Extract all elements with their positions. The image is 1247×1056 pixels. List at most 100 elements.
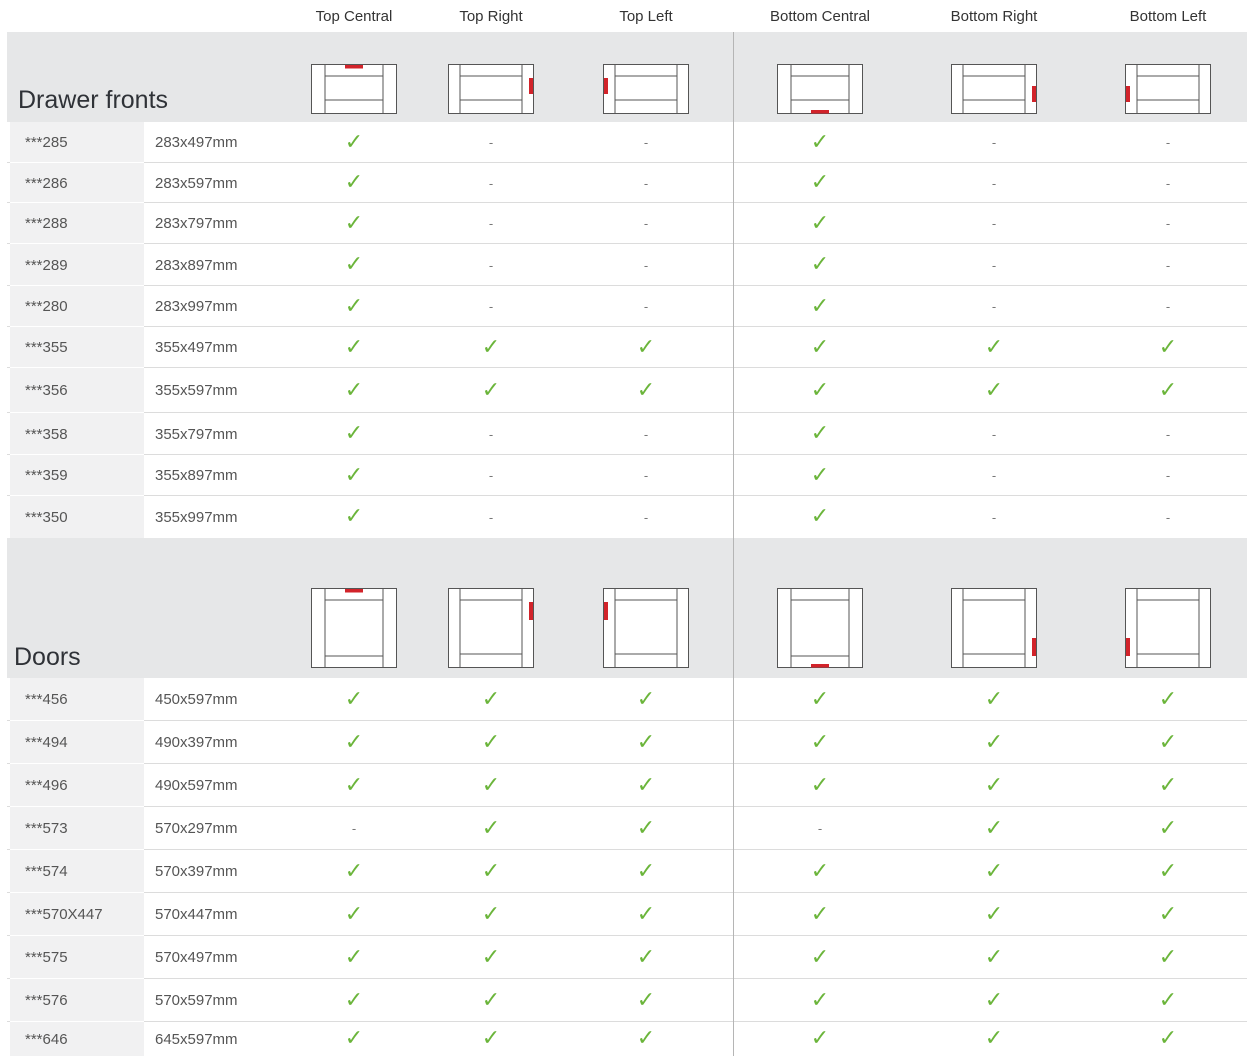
availability-cell: - <box>606 455 686 496</box>
dash-mark: - <box>643 299 649 314</box>
availability-cell: ✓ <box>606 850 686 893</box>
availability-cell: ✓ <box>451 327 531 368</box>
availability-cell: ✓ <box>780 678 860 721</box>
check-icon: ✓ <box>810 901 830 927</box>
check-icon: ✓ <box>344 944 364 970</box>
check-icon: ✓ <box>1158 815 1178 841</box>
check-icon: ✓ <box>984 1026 1004 1051</box>
check-icon: ✓ <box>810 252 830 277</box>
availability-cell: - <box>606 203 686 244</box>
table-row: ***350 355x997mm ✓ - - ✓ - - <box>7 496 1247 538</box>
check-icon: ✓ <box>984 729 1004 755</box>
availability-cell: ✓ <box>780 203 860 244</box>
availability-cell: - <box>954 203 1034 244</box>
dash-mark: - <box>991 135 997 150</box>
availability-cell: ✓ <box>606 327 686 368</box>
product-code: ***570X447 <box>10 893 144 936</box>
availability-cell: ✓ <box>780 327 860 368</box>
availability-cell: ✓ <box>451 721 531 764</box>
check-icon: ✓ <box>636 944 656 970</box>
table-row: ***289 283x897mm ✓ - - ✓ - - <box>7 244 1247 286</box>
column-header-top-central: Top Central <box>315 8 393 25</box>
check-icon: ✓ <box>810 377 830 403</box>
product-code: ***456 <box>10 678 144 721</box>
availability-cell: ✓ <box>780 455 860 496</box>
check-icon: ✓ <box>810 421 830 446</box>
availability-cell: ✓ <box>314 122 394 163</box>
check-icon: ✓ <box>984 901 1004 927</box>
column-header-bottom-left: Bottom Left <box>1129 8 1207 25</box>
availability-cell: ✓ <box>954 979 1034 1022</box>
check-icon: ✓ <box>344 334 364 360</box>
availability-cell: ✓ <box>954 1022 1034 1056</box>
dash-mark: - <box>643 175 649 191</box>
availability-cell: - <box>1128 455 1208 496</box>
dash-mark: - <box>991 175 997 191</box>
product-size: 570x297mm <box>144 807 284 850</box>
top-left-handle-icon <box>603 64 689 114</box>
availability-cell: ✓ <box>314 244 394 286</box>
check-icon: ✓ <box>984 858 1004 884</box>
availability-cell: ✓ <box>606 678 686 721</box>
check-icon: ✓ <box>636 987 656 1013</box>
availability-cell: ✓ <box>606 807 686 850</box>
availability-cell: - <box>954 496 1034 538</box>
check-icon: ✓ <box>344 686 364 712</box>
bottom-central-handle-icon <box>777 64 863 114</box>
check-icon: ✓ <box>481 686 501 712</box>
top-right-handle-icon <box>448 588 534 668</box>
availability-cell: ✓ <box>314 764 394 807</box>
product-size: 283x897mm <box>144 244 284 286</box>
top-central-handle-icon <box>311 588 397 668</box>
availability-cell: ✓ <box>314 850 394 893</box>
availability-cell: - <box>954 244 1034 286</box>
availability-cell: ✓ <box>780 368 860 413</box>
check-icon: ✓ <box>984 686 1004 712</box>
dash-mark: - <box>991 257 997 273</box>
column-header-top-left: Top Left <box>619 8 673 25</box>
availability-cell: ✓ <box>606 936 686 979</box>
check-icon: ✓ <box>810 504 830 529</box>
product-code: ***356 <box>10 368 144 413</box>
product-code: ***288 <box>10 203 144 244</box>
check-icon: ✓ <box>1158 729 1178 755</box>
check-icon: ✓ <box>481 334 501 360</box>
column-header-bottom-right: Bottom Right <box>950 8 1038 25</box>
availability-cell: - <box>1128 496 1208 538</box>
check-icon: ✓ <box>636 334 656 360</box>
availability-cell: - <box>451 122 531 163</box>
availability-cell: ✓ <box>780 496 860 538</box>
section-title: Doors <box>14 643 81 671</box>
availability-cell: ✓ <box>606 893 686 936</box>
product-code: ***576 <box>10 979 144 1022</box>
group-divider <box>733 32 734 1056</box>
check-icon: ✓ <box>1158 987 1178 1013</box>
availability-cell: ✓ <box>451 678 531 721</box>
table-row: ***573 570x297mm - ✓ ✓ - ✓ ✓ <box>7 807 1247 850</box>
table-row: ***280 283x997mm ✓ - - ✓ - - <box>7 286 1247 327</box>
availability-cell: ✓ <box>1128 678 1208 721</box>
check-icon: ✓ <box>344 504 364 529</box>
availability-cell: - <box>606 244 686 286</box>
check-icon: ✓ <box>481 944 501 970</box>
check-icon: ✓ <box>984 772 1004 798</box>
table-row: ***646 645x597mm ✓ ✓ ✓ ✓ ✓ ✓ <box>7 1022 1247 1056</box>
table-row: ***285 283x497mm ✓ - - ✓ - - <box>7 122 1247 163</box>
check-icon: ✓ <box>344 129 364 155</box>
availability-cell: ✓ <box>954 850 1034 893</box>
availability-cell: ✓ <box>1128 850 1208 893</box>
check-icon: ✓ <box>636 772 656 798</box>
availability-cell: ✓ <box>1128 936 1208 979</box>
availability-cell: ✓ <box>451 368 531 413</box>
top-left-handle-icon <box>603 588 689 668</box>
availability-cell: ✓ <box>606 979 686 1022</box>
check-icon: ✓ <box>481 815 501 841</box>
check-icon: ✓ <box>636 377 656 403</box>
availability-cell: - <box>314 807 394 850</box>
availability-cell: - <box>451 286 531 327</box>
availability-cell: ✓ <box>780 122 860 163</box>
availability-cell: ✓ <box>451 1022 531 1056</box>
check-icon: ✓ <box>1158 334 1178 360</box>
product-size: 570x597mm <box>144 979 284 1022</box>
product-code: ***575 <box>10 936 144 979</box>
